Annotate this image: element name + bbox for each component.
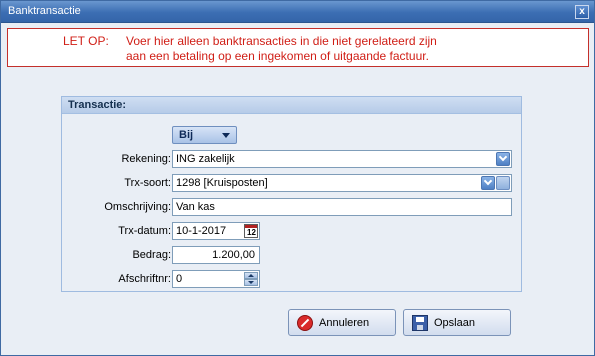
spin-up-button[interactable] [244, 272, 258, 279]
cancel-icon [297, 315, 313, 331]
trx-soort-value: 1298 [Kruisposten] [176, 177, 268, 189]
warning-line-2: aan een betaling op een ingekomen of uit… [126, 49, 429, 63]
spinner-icon[interactable] [244, 272, 258, 286]
group-title: Transactie: [68, 99, 127, 111]
rekening-label: Rekening: [121, 153, 171, 165]
direction-dropdown[interactable]: Bij [172, 126, 237, 144]
omschrijving-input[interactable]: Van kas [172, 198, 512, 216]
close-icon: x [579, 6, 585, 17]
window-title: Banktransactie [8, 5, 81, 17]
trx-datum-value: 10-1-2017 [176, 225, 227, 237]
warning-box: LET OP: Voer hier alleen banktransacties… [7, 28, 589, 67]
chevron-down-icon [222, 133, 230, 138]
direction-value: Bij [179, 129, 194, 141]
afschriftnr-input[interactable]: 0 [172, 270, 260, 288]
trx-soort-lookup-button[interactable] [496, 176, 510, 190]
transaction-group: Transactie: Bij Rekening: ING zakelijk T… [61, 96, 522, 292]
group-header: Transactie: [62, 97, 521, 114]
trx-soort-dropdown-button[interactable] [481, 176, 495, 190]
afschriftnr-label: Afschriftnr: [118, 273, 171, 285]
trx-datum-input[interactable]: 10-1-2017 12 [172, 222, 260, 240]
calendar-day: 12 [247, 228, 256, 237]
close-button[interactable]: x [575, 5, 589, 19]
trx-soort-label: Trx-soort: [124, 177, 171, 189]
chevron-down-icon [483, 176, 493, 186]
chevron-down-icon [498, 152, 508, 162]
rekening-dropdown-button[interactable] [496, 152, 510, 166]
warning-prefix: LET OP: [63, 34, 109, 48]
title-bar[interactable]: Banktransactie x [1, 1, 594, 23]
trx-datum-label: Trx-datum: [118, 225, 171, 237]
dialog-window: Banktransactie x LET OP: Voer hier allee… [0, 0, 595, 356]
omschrijving-label: Omschrijving: [104, 201, 171, 213]
bedrag-input[interactable]: 1.200,00 [172, 246, 260, 264]
calendar-button[interactable]: 12 [244, 224, 258, 238]
cancel-button[interactable]: Annuleren [288, 309, 396, 336]
trx-soort-select[interactable]: 1298 [Kruisposten] [172, 174, 512, 192]
floppy-disk-icon [412, 315, 428, 331]
afschriftnr-value: 0 [176, 273, 183, 285]
cancel-label: Annuleren [319, 317, 370, 329]
rekening-value: ING zakelijk [176, 153, 235, 165]
bedrag-label: Bedrag: [132, 249, 171, 261]
bedrag-value: 1.200,00 [212, 249, 255, 261]
omschrijving-value: Van kas [176, 201, 215, 213]
spin-down-button[interactable] [244, 279, 258, 286]
warning-line-1: Voer hier alleen banktransacties in die … [126, 34, 437, 48]
save-button[interactable]: Opslaan [403, 309, 511, 336]
save-label: Opslaan [434, 317, 475, 329]
rekening-select[interactable]: ING zakelijk [172, 150, 512, 168]
